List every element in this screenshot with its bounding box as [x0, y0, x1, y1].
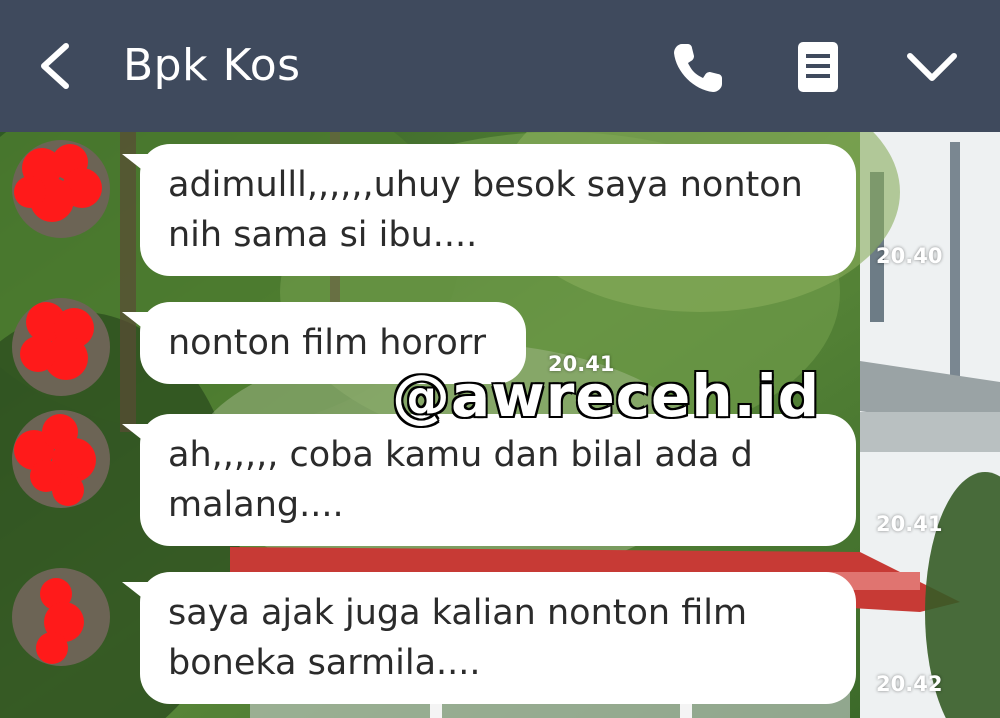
avatar[interactable]: [12, 140, 110, 238]
message-bubble[interactable]: adimulll,,,,,,uhuy besok saya nonton nih…: [122, 144, 856, 276]
avatar[interactable]: [12, 410, 110, 508]
message-bubble[interactable]: saya ajak juga kalian nonton film boneka…: [122, 572, 856, 704]
message-bubble[interactable]: ah,,,,,, coba kamu dan bilal ada d malan…: [122, 414, 856, 546]
redaction-scribble: [14, 144, 102, 222]
chat-header: Bpk Kos: [0, 0, 1000, 132]
avatar[interactable]: [12, 298, 110, 396]
message-time: 20.42: [876, 672, 943, 696]
redaction-scribble: [36, 578, 84, 664]
chat-title: Bpk Kos: [123, 40, 301, 91]
redaction-scribble: [20, 302, 94, 380]
chevron-left-icon[interactable]: [30, 38, 80, 94]
phone-icon[interactable]: [668, 38, 728, 98]
message-time: 20.41: [876, 512, 943, 536]
message-time: 20.40: [876, 244, 943, 268]
avatar[interactable]: [12, 568, 110, 666]
watermark: @awreceh.id: [390, 361, 821, 432]
redaction-scribble: [14, 414, 96, 506]
notes-icon[interactable]: [788, 38, 848, 98]
chevron-down-icon[interactable]: [902, 38, 962, 98]
